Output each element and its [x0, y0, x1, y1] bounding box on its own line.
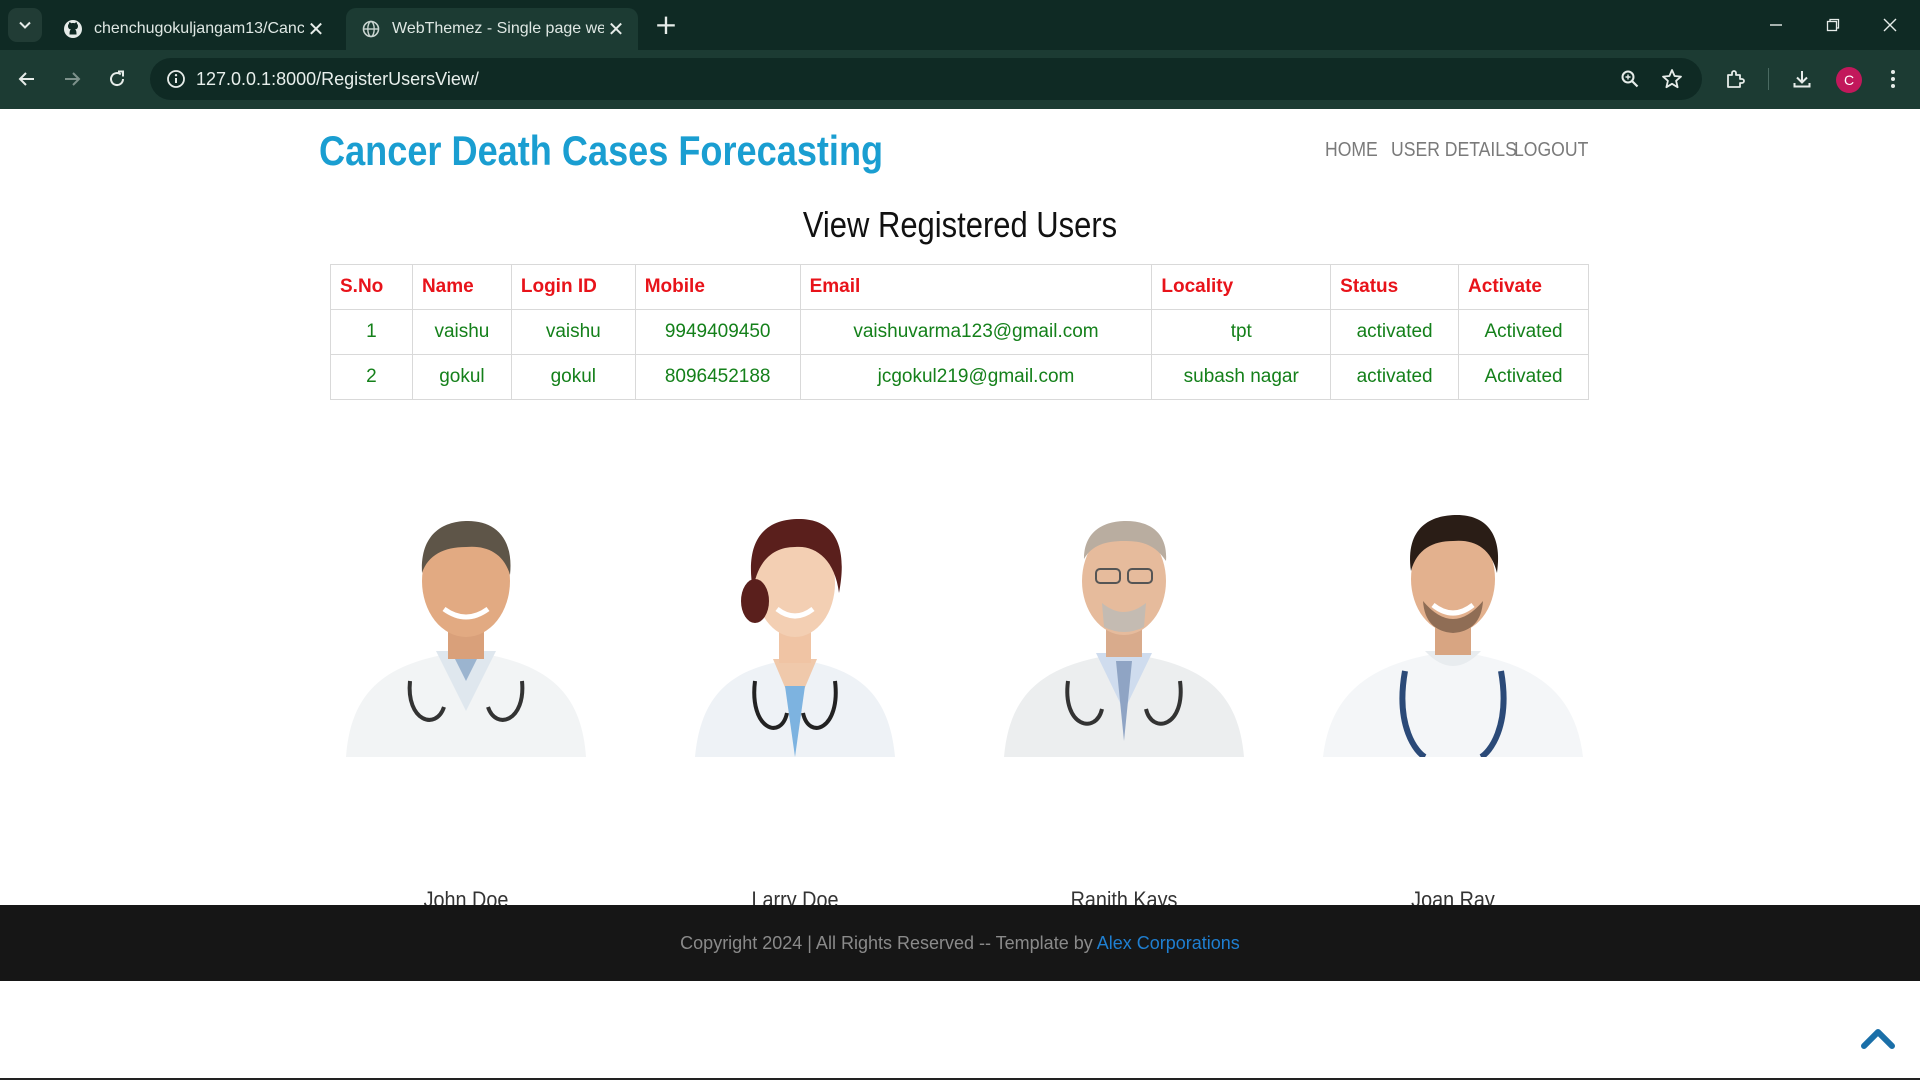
chevron-up-icon	[1861, 1029, 1895, 1049]
bookmark-star-icon[interactable]	[1656, 63, 1688, 95]
site-info-icon[interactable]	[160, 63, 192, 95]
cell-mobile: 9949409450	[634, 309, 801, 355]
column-header: Login ID	[510, 264, 636, 310]
profile-avatar[interactable]: C	[1836, 67, 1862, 93]
restore-button[interactable]	[1815, 10, 1851, 40]
team-member-card: John Doe CEO	[316, 481, 616, 942]
chevron-down-icon	[19, 21, 31, 29]
tab-title: chenchugokuljangam13/Cancer	[94, 20, 304, 37]
tab-search-button[interactable]	[8, 8, 42, 42]
url-text[interactable]: 127.0.0.1:8000/RegisterUsersView/	[196, 58, 479, 100]
back-arrow-icon	[18, 72, 34, 86]
globe-icon	[360, 18, 382, 40]
browser-toolbar: 127.0.0.1:8000/RegisterUsersView/ C	[0, 50, 1920, 109]
extensions-button[interactable]	[1716, 60, 1754, 98]
doctor-photo	[326, 481, 606, 757]
cell-activate[interactable]: Activated	[1458, 309, 1589, 355]
kebab-menu-icon	[1891, 70, 1895, 88]
tab-title: WebThemez - Single page web	[392, 20, 604, 37]
column-header: Activate	[1458, 264, 1589, 310]
page-content: Cancer Death Cases Forecasting Home User…	[0, 109, 1920, 1080]
doctor-photo	[984, 481, 1264, 757]
browser-tab-bar: chenchugokuljangam13/Cancer ✕ WebThemez …	[0, 0, 1920, 50]
column-header: Name	[411, 264, 512, 310]
cell-name: vaishu	[411, 309, 512, 355]
forward-button[interactable]	[53, 60, 91, 98]
column-header: S.No	[330, 264, 413, 310]
team-member-card: Ranith Kays Manager	[974, 481, 1274, 942]
registered-users-table: S.No Name Login ID Mobile Email Locality…	[330, 264, 1589, 400]
restore-icon	[1826, 18, 1840, 32]
page-title: View Registered Users	[802, 204, 1118, 245]
close-icon	[1883, 18, 1897, 32]
back-to-top-button[interactable]	[1860, 1024, 1896, 1050]
zoom-icon[interactable]	[1614, 63, 1646, 95]
cell-locality: tpt	[1151, 309, 1332, 355]
table-row: 2 gokul gokul 8096452188 jcgokul219@gmai…	[330, 354, 1589, 400]
tab-github[interactable]: chenchugokuljangam13/Cancer ✕	[48, 8, 338, 50]
cell-locality: subash nagar	[1151, 354, 1332, 400]
download-icon	[1793, 71, 1811, 88]
doctor-photo	[1313, 481, 1593, 757]
table-row: 1 vaishu vaishu 9949409450 vaishuvarma12…	[330, 309, 1589, 355]
close-icon[interactable]: ✕	[604, 17, 628, 41]
doctor-photo	[655, 481, 935, 757]
cell-sno: 1	[330, 309, 413, 355]
toolbar-divider	[1768, 68, 1769, 90]
reload-icon	[110, 70, 125, 87]
cell-activate[interactable]: Activated	[1458, 354, 1589, 400]
forward-arrow-icon	[65, 72, 81, 86]
reload-button[interactable]	[98, 60, 136, 98]
close-icon[interactable]: ✕	[304, 17, 328, 41]
table-header-row: S.No Name Login ID Mobile Email Locality…	[330, 264, 1589, 310]
cell-login-id: vaishu	[510, 309, 636, 355]
puzzle-icon	[1727, 70, 1745, 88]
nav-user-details[interactable]: User Details	[1391, 139, 1517, 162]
column-header: Status	[1330, 264, 1460, 310]
site-brand[interactable]: Cancer Death Cases Forecasting	[319, 127, 883, 175]
cell-status: activated	[1330, 354, 1460, 400]
team-member-card: Larry Doe Art Director	[645, 481, 945, 942]
nav-home[interactable]: Home	[1325, 139, 1378, 162]
minimize-icon	[1770, 24, 1782, 26]
browser-menu-button[interactable]	[1874, 60, 1912, 98]
back-button[interactable]	[8, 60, 46, 98]
downloads-button[interactable]	[1783, 60, 1821, 98]
footer-author-link[interactable]: Alex Corporations	[1097, 933, 1240, 953]
column-header: Mobile	[634, 264, 801, 310]
new-tab-button[interactable]: +	[652, 11, 680, 40]
cell-email: jcgokul219@gmail.com	[799, 354, 1153, 400]
nav-logout[interactable]: Logout	[1514, 139, 1588, 162]
team-member-card: Joan Ray Creative	[1303, 481, 1603, 942]
cell-status: activated	[1330, 309, 1460, 355]
cell-mobile: 8096452188	[634, 354, 801, 400]
copyright-text: Copyright 2024 | All Rights Reserved -- …	[680, 933, 1097, 953]
footer: Copyright 2024 | All Rights Reserved -- …	[0, 905, 1920, 981]
cell-sno: 2	[330, 354, 413, 400]
column-header: Email	[799, 264, 1153, 310]
cell-name: gokul	[411, 354, 512, 400]
minimize-button[interactable]	[1758, 10, 1794, 40]
tab-webthemez[interactable]: WebThemez - Single page web ✕	[346, 8, 638, 50]
address-bar[interactable]: 127.0.0.1:8000/RegisterUsersView/	[150, 58, 1702, 100]
cell-login-id: gokul	[510, 354, 636, 400]
cell-email: vaishuvarma123@gmail.com	[799, 309, 1153, 355]
github-icon	[62, 18, 84, 40]
window-close-button[interactable]	[1872, 10, 1908, 40]
column-header: Locality	[1151, 264, 1332, 310]
